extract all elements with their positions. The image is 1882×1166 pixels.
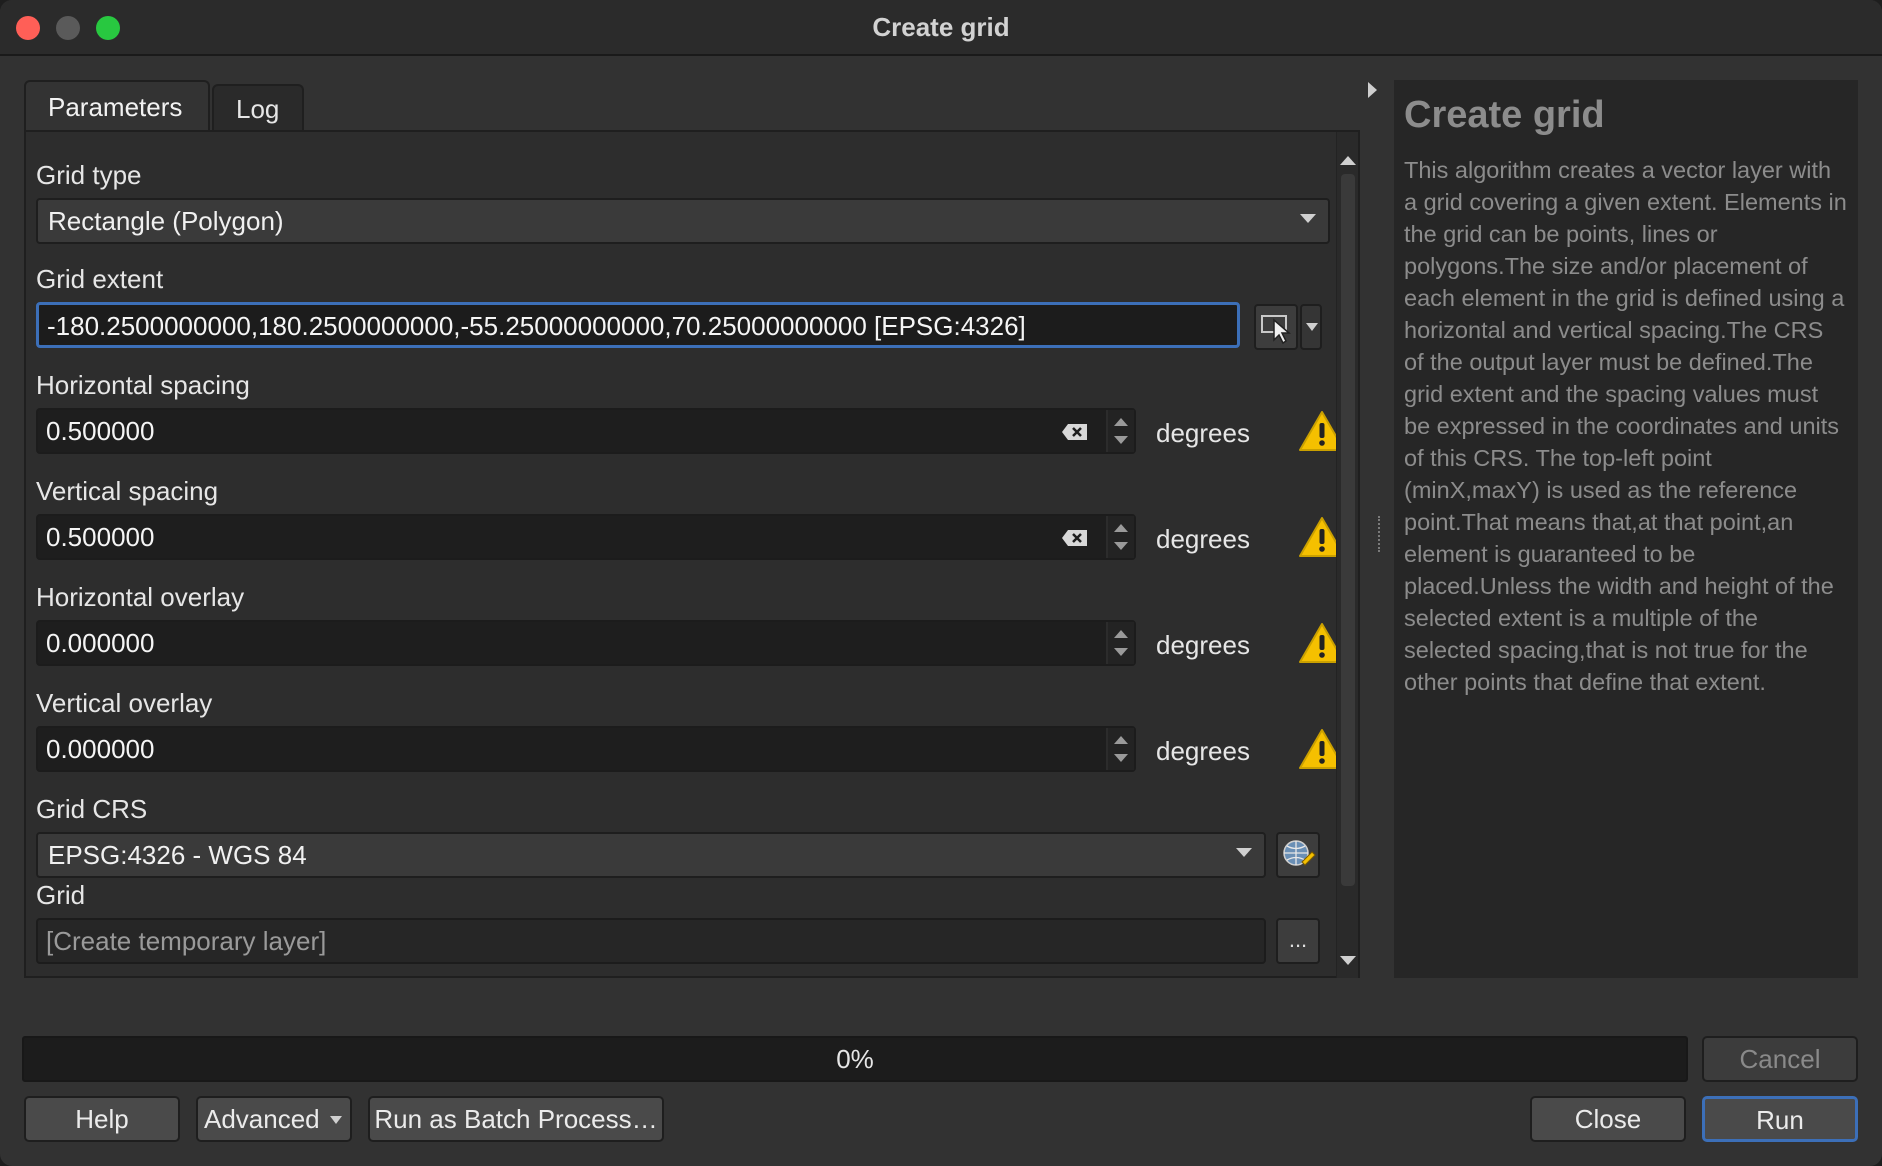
chevron-down-icon xyxy=(330,1116,342,1124)
select-crs-button[interactable] xyxy=(1276,832,1320,878)
vertical-overlay-value: 0.000000 xyxy=(46,734,155,764)
warning-icon xyxy=(1299,411,1340,451)
parameters-scrollbar[interactable] xyxy=(1336,132,1358,978)
help-title: Create grid xyxy=(1404,94,1605,136)
warning-icon xyxy=(1299,623,1340,663)
grid-crs-label: Grid CRS xyxy=(36,794,148,824)
grid-extent-input[interactable]: -180.2500000000,180.2500000000,-55.25000… xyxy=(36,302,1240,348)
scroll-down-icon[interactable] xyxy=(1340,956,1356,965)
spin-up-icon xyxy=(1114,630,1128,638)
spin-arrows[interactable] xyxy=(1106,516,1134,558)
vertical-overlay-spinbox[interactable]: 0.000000 xyxy=(36,726,1136,772)
chevron-down-icon xyxy=(1236,848,1252,857)
spin-arrows[interactable] xyxy=(1106,728,1134,770)
grid-type-combo[interactable]: Rectangle (Polygon) xyxy=(36,198,1330,244)
spin-down-icon xyxy=(1114,648,1128,656)
vertical-spacing-value: 0.500000 xyxy=(46,522,155,552)
chevron-down-icon xyxy=(1306,323,1318,331)
horizontal-spacing-spinbox[interactable]: 0.500000 xyxy=(36,408,1136,454)
spin-down-icon xyxy=(1114,754,1128,762)
spin-arrows[interactable] xyxy=(1106,622,1134,664)
horizontal-overlay-spinbox[interactable]: 0.000000 xyxy=(36,620,1136,666)
help-text: This algorithm creates a vector layer wi… xyxy=(1404,157,1847,695)
grid-output-placeholder: [Create temporary layer] xyxy=(46,926,327,956)
map-cursor-icon xyxy=(1261,315,1292,345)
extent-menu-button[interactable] xyxy=(1300,304,1322,350)
progress-text: 0% xyxy=(836,1044,874,1074)
grid-output-label: Grid xyxy=(36,880,86,910)
grid-crs-value: EPSG:4326 - WGS 84 xyxy=(48,840,307,870)
warning-icon xyxy=(1299,729,1340,769)
grid-type-value: Rectangle (Polygon) xyxy=(48,206,284,236)
vertical-overlay-unit: degrees xyxy=(1156,736,1250,766)
scrollbar-thumb[interactable] xyxy=(1341,174,1355,886)
vertical-spacing-label: Vertical spacing xyxy=(36,476,219,506)
chevron-down-icon xyxy=(1300,214,1316,223)
horizontal-spacing-label: Horizontal spacing xyxy=(36,370,250,400)
globe-icon xyxy=(1283,840,1316,866)
clear-icon[interactable] xyxy=(1062,423,1088,441)
vertical-spacing-spinbox[interactable]: 0.500000 xyxy=(36,514,1136,560)
title-bar: Create grid xyxy=(0,0,1882,56)
clear-icon[interactable] xyxy=(1062,529,1088,547)
scroll-up-icon[interactable] xyxy=(1340,156,1356,165)
advanced-label: Advanced xyxy=(204,1104,320,1134)
parameters-scroll-area: Grid type Rectangle (Polygon) Grid exten… xyxy=(26,146,1340,978)
spin-up-icon xyxy=(1114,418,1128,426)
grid-crs-combo[interactable]: EPSG:4326 - WGS 84 xyxy=(36,832,1266,878)
horizontal-overlay-unit: degrees xyxy=(1156,630,1250,660)
help-panel: Create grid This algorithm creates a vec… xyxy=(1394,80,1858,978)
close-button[interactable]: Close xyxy=(1530,1096,1686,1142)
horizontal-spacing-unit: degrees xyxy=(1156,418,1250,448)
run-button[interactable]: Run xyxy=(1702,1096,1858,1142)
warning-icon xyxy=(1299,517,1340,557)
help-button[interactable]: Help xyxy=(24,1096,180,1142)
run-batch-button[interactable]: Run as Batch Process… xyxy=(368,1096,664,1142)
spin-arrows[interactable] xyxy=(1106,410,1134,452)
create-grid-dialog: Create grid Parameters Log Grid type Rec… xyxy=(0,0,1882,1166)
spin-up-icon xyxy=(1114,736,1128,744)
advanced-button[interactable]: Advanced xyxy=(196,1096,352,1142)
horizontal-overlay-value: 0.000000 xyxy=(46,628,155,658)
splitter-handle[interactable] xyxy=(1378,516,1382,552)
horizontal-spacing-value: 0.500000 xyxy=(46,416,155,446)
spin-down-icon xyxy=(1114,436,1128,444)
tab-parameters[interactable]: Parameters xyxy=(24,80,210,132)
vertical-overlay-label: Vertical overlay xyxy=(36,688,213,718)
grid-extent-value: -180.2500000000,180.2500000000,-55.25000… xyxy=(47,311,1026,341)
spin-up-icon xyxy=(1114,524,1128,532)
grid-output-input[interactable]: [Create temporary layer] xyxy=(36,918,1266,964)
collapse-help-icon[interactable] xyxy=(1368,82,1377,98)
tab-log[interactable]: Log xyxy=(212,84,304,132)
vertical-spacing-unit: degrees xyxy=(1156,524,1250,554)
extent-selector-button[interactable] xyxy=(1254,304,1298,350)
window-title: Create grid xyxy=(872,12,1010,42)
grid-extent-label: Grid extent xyxy=(36,264,164,294)
progress-bar: 0% xyxy=(22,1036,1688,1082)
horizontal-overlay-label: Horizontal overlay xyxy=(36,582,245,612)
browse-output-button[interactable]: ... xyxy=(1276,918,1320,964)
parameters-panel: Grid type Rectangle (Polygon) Grid exten… xyxy=(24,130,1360,978)
grid-type-label: Grid type xyxy=(36,160,142,190)
spin-down-icon xyxy=(1114,542,1128,550)
cancel-button[interactable]: Cancel xyxy=(1702,1036,1858,1082)
